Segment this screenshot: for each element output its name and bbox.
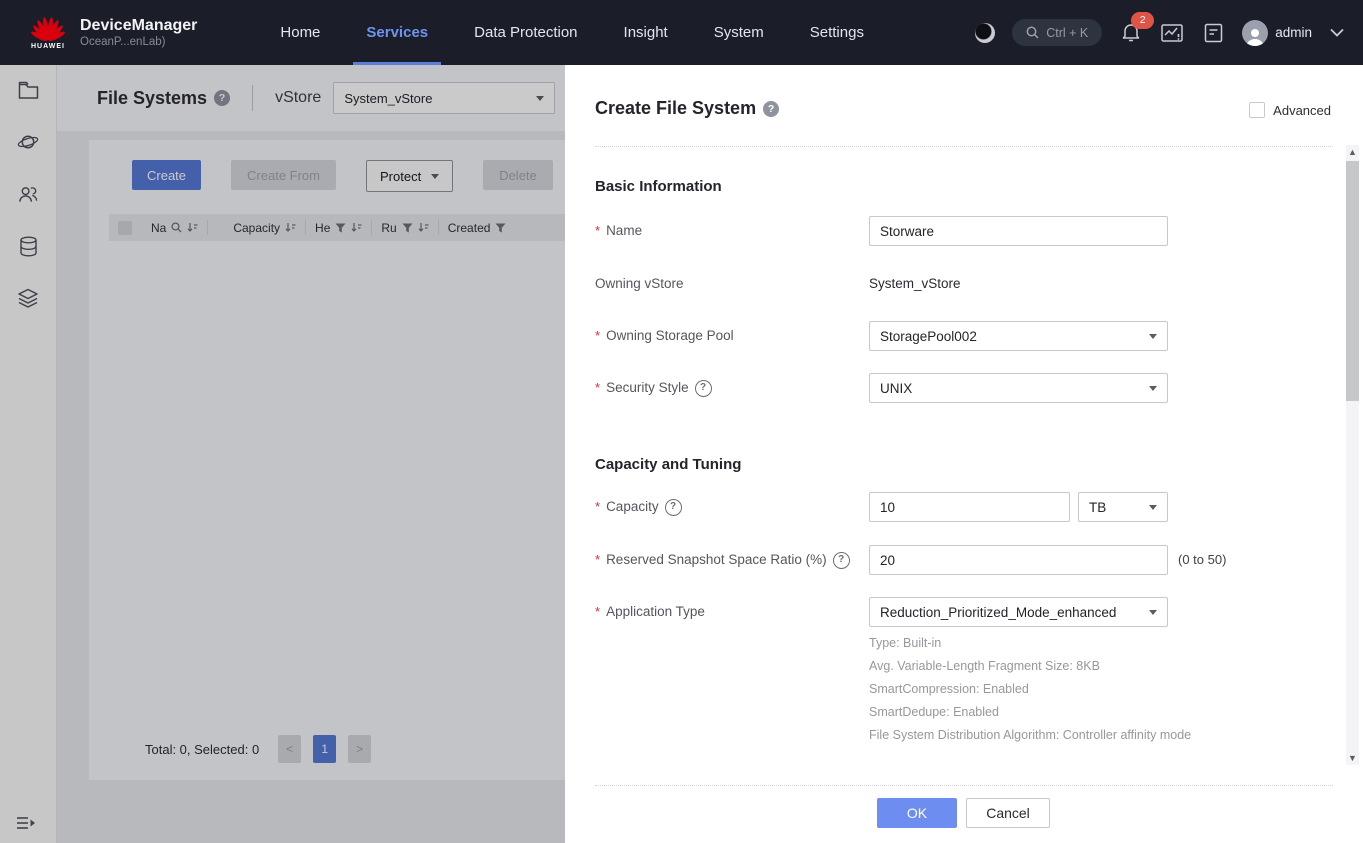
main-nav: Home Services Data Protection Insight Sy… xyxy=(257,0,887,65)
nav-insight[interactable]: Insight xyxy=(601,0,691,65)
app-title: DeviceManager xyxy=(80,16,197,35)
label-text: Name xyxy=(606,216,642,246)
security-style-label: * Security Style ? xyxy=(595,373,712,403)
capacity-label: * Capacity ? xyxy=(595,492,682,522)
divider xyxy=(595,785,1333,786)
theme-toggle-icon[interactable] xyxy=(975,23,995,43)
dialog-help-icon[interactable]: ? xyxy=(763,101,779,117)
label-text: Owning Storage Pool xyxy=(606,321,734,351)
required-asterisk: * xyxy=(595,597,600,627)
chevron-down-icon xyxy=(1149,334,1157,339)
capacity-help-icon[interactable]: ? xyxy=(665,499,682,516)
nav-services[interactable]: Services xyxy=(343,0,451,65)
chevron-down-icon[interactable] xyxy=(1329,28,1345,37)
chart-alert-icon xyxy=(1161,23,1183,43)
cancel-button[interactable]: Cancel xyxy=(966,798,1050,828)
selected-value: Reduction_Prioritized_Mode_enhanced xyxy=(880,605,1116,620)
label-text: Reserved Snapshot Space Ratio (%) xyxy=(606,545,827,575)
divider xyxy=(595,146,1333,147)
top-navigation-bar: HUAWEI DeviceManager OceanP...enLab) Hom… xyxy=(0,0,1363,65)
app-type-detail: Avg. Variable-Length Fragment Size: 8KB xyxy=(869,658,1100,674)
huawei-logo-icon: HUAWEI xyxy=(26,16,70,50)
owning-storage-pool-select[interactable]: StoragePool002 xyxy=(869,321,1168,351)
task-list-button[interactable] xyxy=(1201,21,1225,45)
selected-value: StoragePool002 xyxy=(880,329,977,344)
label-text: Application Type xyxy=(606,597,705,627)
required-asterisk: * xyxy=(595,321,600,351)
notification-badge: 2 xyxy=(1131,12,1154,29)
search-shortcut: Ctrl + K xyxy=(1046,26,1088,40)
nav-data-protection[interactable]: Data Protection xyxy=(451,0,600,65)
advanced-toggle[interactable]: Advanced xyxy=(1249,102,1331,118)
required-asterisk: * xyxy=(595,216,600,246)
required-asterisk: * xyxy=(595,492,600,522)
security-style-help-icon[interactable]: ? xyxy=(695,380,712,397)
snapshot-ratio-label: * Reserved Snapshot Space Ratio (%) ? xyxy=(595,545,850,575)
memo-icon xyxy=(1204,23,1223,43)
snapshot-ratio-range-hint: (0 to 50) xyxy=(1178,545,1226,575)
app-type-detail: SmartDedupe: Enabled xyxy=(869,704,999,720)
selected-value: TB xyxy=(1089,500,1106,515)
huawei-wordmark: HUAWEI xyxy=(31,43,65,50)
chevron-down-icon xyxy=(1149,610,1157,615)
scroll-down-icon[interactable]: ▼ xyxy=(1346,751,1359,765)
device-name: OceanP...enLab) xyxy=(80,35,197,50)
basic-information-heading: Basic Information xyxy=(595,178,722,195)
selected-value: UNIX xyxy=(880,381,912,396)
scrollbar-thumb[interactable] xyxy=(1346,161,1359,401)
nav-settings[interactable]: Settings xyxy=(787,0,887,65)
ok-button[interactable]: OK xyxy=(877,798,957,828)
nav-home[interactable]: Home xyxy=(257,0,343,65)
name-label: * Name xyxy=(595,216,642,246)
snapshot-ratio-input[interactable] xyxy=(869,545,1168,575)
dialog-scrollbar[interactable]: ▲ ▼ xyxy=(1346,145,1359,765)
app-type-detail: SmartCompression: Enabled xyxy=(869,681,1029,697)
capacity-input[interactable] xyxy=(869,492,1070,522)
scroll-up-icon[interactable]: ▲ xyxy=(1346,145,1359,159)
application-type-select[interactable]: Reduction_Prioritized_Mode_enhanced xyxy=(869,597,1168,627)
chevron-down-icon xyxy=(1149,505,1157,510)
required-asterisk: * xyxy=(595,545,600,575)
dialog-title: Create File System xyxy=(595,98,756,119)
owning-vstore-label: Owning vStore xyxy=(595,269,684,299)
label-text: Security Style xyxy=(606,373,689,403)
snapshot-ratio-help-icon[interactable]: ? xyxy=(833,552,850,569)
label-text: Capacity xyxy=(606,492,659,522)
app-type-detail: File System Distribution Algorithm: Cont… xyxy=(869,727,1191,743)
capacity-tuning-heading: Capacity and Tuning xyxy=(595,456,741,473)
chevron-down-icon xyxy=(1149,386,1157,391)
capacity-unit-select[interactable]: TB xyxy=(1078,492,1168,522)
owning-vstore-value: System_vStore xyxy=(869,269,961,299)
label-text: Owning vStore xyxy=(595,269,684,299)
performance-monitor-button[interactable] xyxy=(1160,21,1184,45)
advanced-label: Advanced xyxy=(1273,103,1331,118)
brand: HUAWEI DeviceManager OceanP...enLab) xyxy=(26,16,197,50)
global-search[interactable]: Ctrl + K xyxy=(1012,19,1102,46)
avatar xyxy=(1242,20,1268,46)
advanced-checkbox[interactable] xyxy=(1249,102,1265,118)
application-type-label: * Application Type xyxy=(595,597,705,627)
security-style-select[interactable]: UNIX xyxy=(869,373,1168,403)
required-asterisk: * xyxy=(595,373,600,403)
user-menu[interactable]: admin xyxy=(1242,20,1312,46)
username: admin xyxy=(1275,25,1312,40)
name-input[interactable] xyxy=(869,216,1168,246)
screen: HUAWEI DeviceManager OceanP...enLab) Hom… xyxy=(0,0,1363,843)
owning-storage-pool-label: * Owning Storage Pool xyxy=(595,321,734,351)
create-file-system-dialog: Create File System ? Advanced Basic Info… xyxy=(565,65,1363,843)
app-type-detail: Type: Built-in xyxy=(869,635,941,651)
search-icon xyxy=(1026,26,1039,39)
nav-system[interactable]: System xyxy=(691,0,787,65)
notifications-button[interactable]: 2 xyxy=(1119,21,1143,45)
